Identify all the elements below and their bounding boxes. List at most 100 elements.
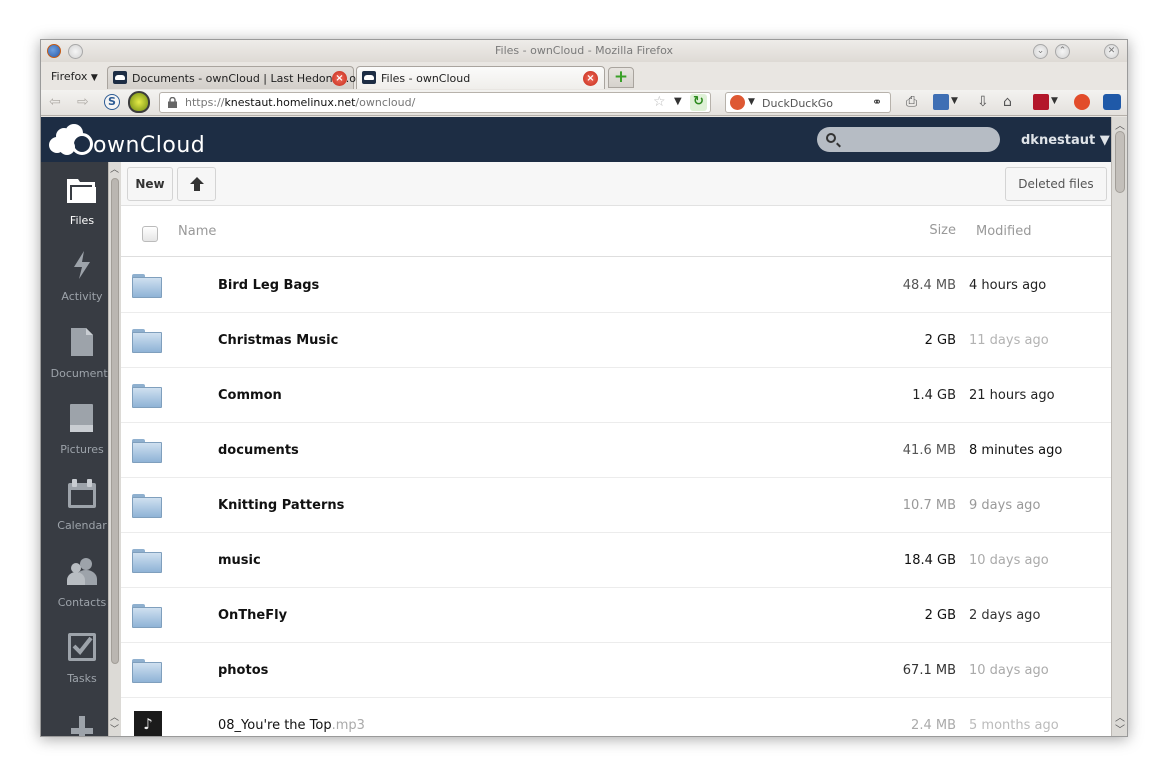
close-window-button[interactable]: ✕ (1104, 44, 1119, 59)
app-sidebar: Files Activity Documents Pictures Calend… (41, 162, 108, 736)
folder-icon (132, 329, 162, 353)
table-row[interactable]: Bird Leg Bags 48.4 MB 4 hours ago (121, 258, 1111, 313)
table-row[interactable]: Knitting Patterns 10.7 MB 9 days ago (121, 478, 1111, 533)
close-tab-icon[interactable]: × (583, 71, 598, 86)
sidebar-item-calendar[interactable]: Calendar (41, 467, 108, 543)
file-list-header: Name Size Modified (121, 206, 1111, 257)
owncloud-logo[interactable]: ownCloud (47, 123, 207, 159)
firefox-menu-button[interactable]: Firefox ▼ (51, 70, 98, 83)
file-name[interactable]: documents (218, 443, 299, 458)
sidebar-item-label: Documents (50, 367, 108, 380)
table-row[interactable]: ♪ 08_You're the Top.mp3 2.4 MB 5 months ago (121, 698, 1111, 736)
bookmark-star-icon[interactable]: ☆ (653, 94, 666, 110)
home-icon[interactable]: ⌂ (1003, 94, 1012, 110)
sidebar-item-tasks[interactable]: Tasks (41, 620, 108, 696)
table-row[interactable]: Common 1.4 GB 21 hours ago (121, 368, 1111, 423)
sidebar-item-pictures[interactable]: Pictures (41, 391, 108, 467)
scrollbar-thumb[interactable] (111, 178, 119, 664)
file-basename: Christmas Music (218, 333, 339, 348)
binoculars-icon[interactable]: ⚭ (872, 95, 882, 109)
downloads-icon[interactable]: ⇩ (977, 94, 989, 110)
cloud-logo-icon (47, 123, 99, 159)
tools-menu-icon[interactable] (1033, 94, 1049, 110)
minimize-button[interactable]: ⌄ (1033, 44, 1048, 59)
file-size: 2 GB (924, 608, 956, 623)
addon-icon[interactable] (933, 94, 949, 110)
file-basename: Knitting Patterns (218, 498, 345, 513)
search-bar[interactable]: ▼ DuckDuckGo ⚭ (725, 92, 891, 113)
sidebar-item-more[interactable] (41, 696, 108, 736)
extension-icon[interactable] (1074, 94, 1090, 110)
table-row[interactable]: OnTheFly 2 GB 2 days ago (121, 588, 1111, 643)
file-basename: documents (218, 443, 299, 458)
sidebar-item-contacts[interactable]: Contacts (41, 544, 108, 620)
file-basename: Bird Leg Bags (218, 278, 320, 293)
file-name[interactable]: 08_You're the Top.mp3 (218, 718, 365, 733)
url-bar[interactable]: https://knestaut.homelinux.net/owncloud/… (159, 92, 711, 113)
file-basename: 08_You're the Top (218, 718, 332, 733)
chevron-down-icon[interactable]: ▼ (951, 96, 958, 106)
reload-icon[interactable]: ↻ (690, 94, 707, 111)
file-name[interactable]: OnTheFly (218, 608, 287, 623)
modified-column-header[interactable]: Modified (976, 224, 1031, 239)
user-menu[interactable]: dknestaut ▼ (1021, 133, 1110, 148)
file-name[interactable]: Common (218, 388, 282, 403)
notifications-icon[interactable] (1103, 94, 1121, 110)
scroll-down-icon[interactable]: ﹀ (110, 722, 119, 735)
sidebar-item-label: Activity (61, 290, 103, 303)
select-all-checkbox[interactable] (142, 226, 158, 242)
file-size: 67.1 MB (902, 663, 956, 678)
file-name[interactable]: Christmas Music (218, 333, 338, 348)
file-modified: 2 days ago (969, 608, 1041, 623)
search-input[interactable] (817, 127, 1000, 152)
new-button[interactable]: New (127, 167, 173, 201)
sidebar-scrollbar[interactable]: ︿ ︿ ﹀ (108, 162, 121, 736)
maximize-button[interactable]: ⌃ (1055, 44, 1070, 59)
upload-button[interactable] (177, 167, 216, 201)
file-name[interactable]: photos (218, 663, 268, 678)
duckduckgo-icon (730, 95, 745, 110)
owncloud-favicon-icon (362, 71, 376, 84)
scroll-up-icon[interactable]: ︿ (110, 162, 119, 175)
forward-icon[interactable]: ⇨ (77, 94, 89, 110)
scroll-down-icon[interactable]: ﹀ (1115, 721, 1125, 736)
table-row[interactable]: music 18.4 GB 10 days ago (121, 533, 1111, 588)
sidebar-item-files[interactable]: Files (41, 162, 108, 238)
tab-documents[interactable]: Documents - ownCloud | Last Hedonist.odt… (107, 66, 367, 89)
close-tab-icon[interactable]: × (332, 71, 347, 86)
chevron-down-icon: ▼ (90, 73, 98, 83)
new-tab-button[interactable]: + (608, 67, 634, 88)
table-row[interactable]: documents 41.6 MB 8 minutes ago (121, 423, 1111, 478)
table-row[interactable]: Christmas Music 2 GB 11 days ago (121, 313, 1111, 368)
file-name[interactable]: Knitting Patterns (218, 498, 344, 513)
folder-icon (132, 384, 162, 408)
file-name[interactable]: music (218, 553, 261, 568)
scroll-up-icon[interactable]: ︿ (1115, 117, 1125, 132)
folder-icon (132, 549, 162, 573)
back-icon[interactable]: ⇦ (49, 94, 61, 110)
tab-label: Files - ownCloud (381, 72, 471, 85)
search-placeholder: DuckDuckGo (762, 97, 833, 110)
size-column-header[interactable]: Size (929, 223, 956, 238)
page-scrollbar[interactable]: ︿ ︿ ﹀ (1111, 117, 1127, 736)
file-size: 2 GB (924, 333, 956, 348)
name-column-header[interactable]: Name (178, 224, 216, 239)
shield-icon[interactable] (128, 91, 150, 113)
deleted-files-button[interactable]: Deleted files (1005, 167, 1107, 201)
sidebar-item-label: Calendar (57, 519, 107, 532)
file-size: 10.7 MB (902, 498, 956, 513)
title-bar: Files - ownCloud - Mozilla Firefox ⌄ ⌃ ✕ (41, 40, 1127, 62)
print-icon[interactable]: ⎙ (906, 94, 917, 110)
chevron-down-icon[interactable]: ▼ (1051, 96, 1058, 106)
sidebar-item-activity[interactable]: Activity (41, 238, 108, 314)
file-modified: 5 months ago (969, 718, 1059, 733)
window-title: Files - ownCloud - Mozilla Firefox (495, 44, 673, 57)
sync-icon[interactable]: S (104, 94, 120, 110)
file-name[interactable]: Bird Leg Bags (218, 278, 319, 293)
file-modified: 10 days ago (969, 553, 1049, 568)
scrollbar-thumb[interactable] (1115, 131, 1125, 193)
table-row[interactable]: photos 67.1 MB 10 days ago (121, 643, 1111, 698)
sidebar-item-documents[interactable]: Documents (41, 315, 108, 391)
history-dropdown-icon[interactable]: ▼ (674, 96, 682, 107)
tab-files[interactable]: Files - ownCloud × (356, 66, 605, 89)
